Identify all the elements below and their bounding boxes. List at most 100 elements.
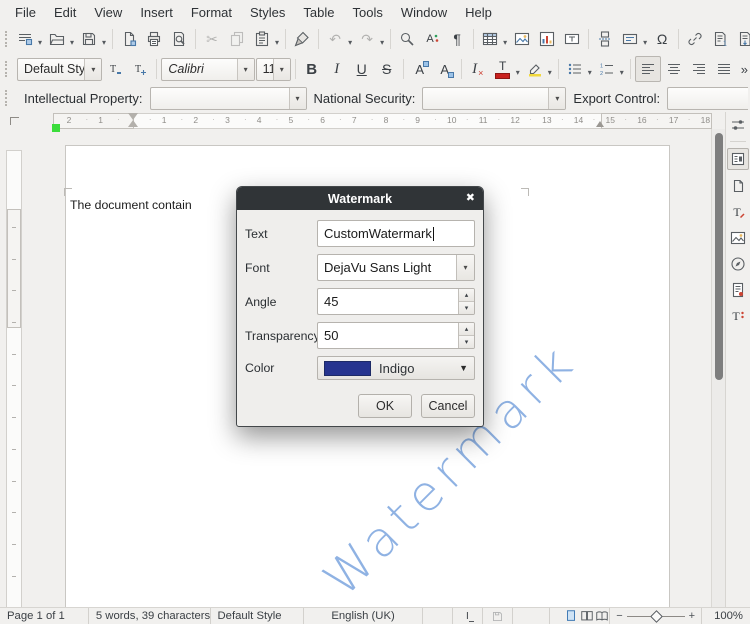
- insert-table-dropdown[interactable]: ▾: [503, 38, 507, 47]
- toolbar-grip[interactable]: [5, 31, 7, 47]
- properties-deck-icon[interactable]: [727, 148, 749, 170]
- vertical-scrollbar[interactable]: [711, 129, 726, 608]
- navigator-deck-icon[interactable]: [728, 254, 748, 274]
- watermark-font-combo[interactable]: DejaVu Sans Light ▾: [317, 254, 475, 281]
- dialog-title-bar[interactable]: Watermark ✖: [237, 187, 483, 210]
- menu-table[interactable]: Table: [294, 2, 343, 23]
- menu-edit[interactable]: Edit: [45, 2, 85, 23]
- insert-textbox-icon[interactable]: [560, 27, 584, 51]
- intellectual-property-combo[interactable]: ▾: [150, 87, 307, 110]
- menu-format[interactable]: Format: [182, 2, 241, 23]
- menu-view[interactable]: View: [85, 2, 131, 23]
- open-icon[interactable]: [45, 27, 69, 51]
- undo-icon[interactable]: ↶: [323, 27, 347, 51]
- zoom-out-icon[interactable]: −: [616, 610, 622, 622]
- style-inspector-icon[interactable]: T: [728, 306, 748, 326]
- justify-icon[interactable]: [712, 57, 736, 81]
- paste-icon[interactable]: [250, 27, 274, 51]
- styles-deck-icon[interactable]: T: [728, 202, 748, 222]
- toolbar-grip[interactable]: [5, 61, 11, 77]
- print-icon[interactable]: [142, 27, 166, 51]
- save-dropdown[interactable]: ▾: [102, 38, 106, 47]
- angle-spin-down[interactable]: ▾: [459, 302, 474, 314]
- menu-file[interactable]: File: [6, 2, 45, 23]
- underline-icon[interactable]: U: [350, 57, 374, 81]
- font-color-icon[interactable]: T: [491, 57, 515, 81]
- font-name-dropdown[interactable]: ▾: [237, 59, 254, 80]
- paste-dropdown[interactable]: ▾: [275, 38, 279, 47]
- national-security-dropdown[interactable]: ▾: [548, 88, 565, 109]
- save-icon[interactable]: [77, 27, 101, 51]
- insert-footnote-icon[interactable]: 1: [708, 27, 732, 51]
- numbered-list-icon[interactable]: 12: [595, 57, 619, 81]
- align-center-icon[interactable]: [662, 57, 686, 81]
- special-character-icon[interactable]: Ω: [650, 27, 674, 51]
- clear-formatting-icon[interactable]: I×: [466, 57, 490, 81]
- menu-styles[interactable]: Styles: [241, 2, 294, 23]
- superscript-icon[interactable]: A: [408, 57, 432, 81]
- gallery-deck-icon[interactable]: [728, 228, 748, 248]
- zoom-in-icon[interactable]: +: [689, 610, 695, 622]
- paragraph-style-combo[interactable]: Default Style ▾: [17, 58, 102, 81]
- insert-table-icon[interactable]: [478, 27, 502, 51]
- watermark-angle-spinner[interactable]: 45 ▴▾: [317, 288, 475, 315]
- toolbar-overflow-icon[interactable]: »: [741, 63, 748, 76]
- print-preview-icon[interactable]: [167, 27, 191, 51]
- menu-window[interactable]: Window: [392, 2, 456, 23]
- status-zoom-level[interactable]: 100%: [704, 608, 750, 624]
- intellectual-property-dropdown[interactable]: ▾: [289, 88, 306, 109]
- menu-tools[interactable]: Tools: [343, 2, 391, 23]
- bold-icon[interactable]: B: [300, 57, 324, 81]
- spelling-icon[interactable]: A: [420, 27, 444, 51]
- scrollbar-thumb[interactable]: [715, 133, 723, 380]
- new-document-icon[interactable]: [13, 27, 37, 51]
- italic-icon[interactable]: I: [325, 57, 349, 81]
- close-icon[interactable]: ✖: [466, 191, 475, 204]
- font-size-dropdown[interactable]: ▾: [273, 59, 290, 80]
- font-combo-dropdown[interactable]: ▾: [456, 255, 474, 280]
- sidebar-settings-icon[interactable]: [728, 115, 748, 135]
- cut-icon[interactable]: ✂: [200, 27, 224, 51]
- cancel-button[interactable]: Cancel: [421, 394, 475, 418]
- insert-endnote-icon[interactable]: [733, 27, 750, 51]
- redo-dropdown[interactable]: ▾: [380, 38, 384, 47]
- subscript-icon[interactable]: A: [433, 57, 457, 81]
- font-size-combo[interactable]: 11 ▾: [256, 58, 291, 81]
- save-status-icon[interactable]: [483, 608, 513, 624]
- selection-mode-icon[interactable]: I: [453, 608, 483, 624]
- ok-button[interactable]: OK: [358, 394, 412, 418]
- tab-stop-type-selector[interactable]: [10, 117, 19, 125]
- insert-image-icon[interactable]: [510, 27, 534, 51]
- highlight-color-icon[interactable]: [523, 57, 547, 81]
- document-text[interactable]: The document contain: [70, 198, 192, 212]
- find-replace-icon[interactable]: [395, 27, 419, 51]
- insert-chart-icon[interactable]: [535, 27, 559, 51]
- new-document-dropdown[interactable]: ▾: [38, 38, 42, 47]
- single-page-view-icon[interactable]: [564, 609, 579, 624]
- bullet-list-dropdown[interactable]: ▾: [588, 68, 592, 77]
- export-pdf-icon[interactable]: [117, 27, 141, 51]
- menu-insert[interactable]: Insert: [131, 2, 182, 23]
- paragraph-style-dropdown[interactable]: ▾: [84, 59, 101, 80]
- right-margin-marker[interactable]: [596, 121, 604, 127]
- numbered-list-dropdown[interactable]: ▾: [620, 68, 624, 77]
- copy-icon[interactable]: [225, 27, 249, 51]
- accessibility-check-icon[interactable]: [728, 280, 748, 300]
- bullet-list-icon[interactable]: [563, 57, 587, 81]
- formatting-marks-icon[interactable]: ¶: [445, 27, 469, 51]
- update-style-icon[interactable]: T: [103, 57, 127, 81]
- zoom-slider-handle[interactable]: [650, 610, 663, 623]
- insert-hyperlink-icon[interactable]: [683, 27, 707, 51]
- national-security-combo[interactable]: ▾: [422, 87, 566, 110]
- menu-help[interactable]: Help: [456, 2, 501, 23]
- open-dropdown[interactable]: ▾: [70, 38, 74, 47]
- watermark-color-dropdown[interactable]: Indigo ▼: [317, 356, 475, 380]
- indent-marker[interactable]: [128, 113, 138, 120]
- status-word-count[interactable]: 5 words, 39 characters: [89, 608, 211, 624]
- undo-dropdown[interactable]: ▾: [348, 38, 352, 47]
- highlight-color-dropdown[interactable]: ▾: [548, 68, 552, 77]
- zoom-slider[interactable]: − +: [609, 608, 702, 624]
- page-deck-icon[interactable]: [728, 176, 748, 196]
- insert-field-icon[interactable]: [618, 27, 642, 51]
- redo-icon[interactable]: ↷: [355, 27, 379, 51]
